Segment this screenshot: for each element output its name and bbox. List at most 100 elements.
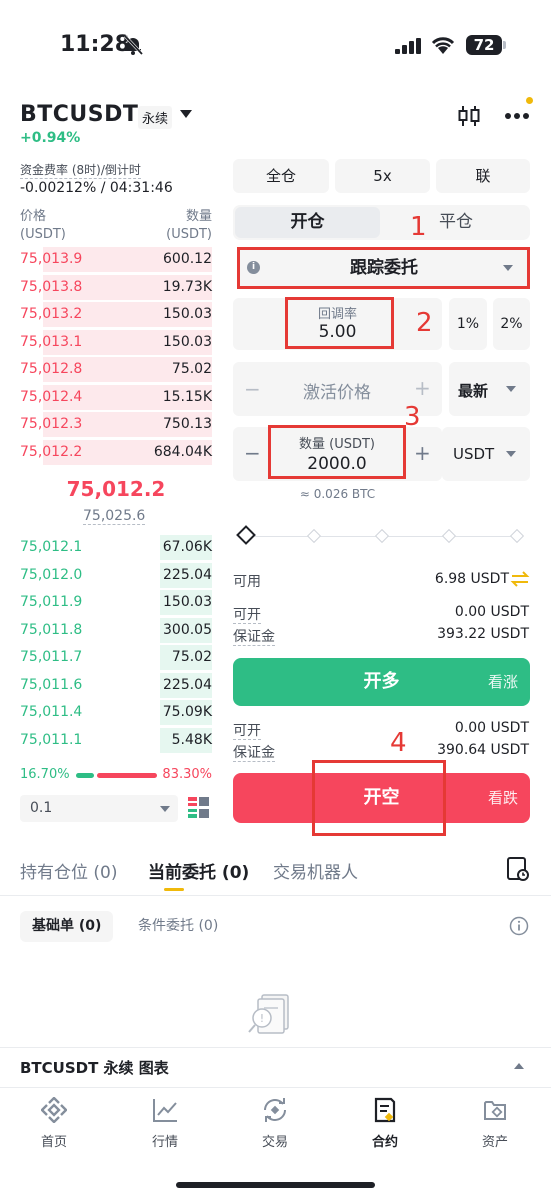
asset-mode-button[interactable]: 联 (436, 159, 530, 193)
row-price: 75,013.2 (20, 306, 83, 322)
precision-select[interactable]: 0.1 (20, 795, 178, 822)
long-margin-value: 393.22 USDT (437, 626, 529, 642)
nav-markets[interactable]: 行情 (120, 1097, 210, 1150)
row-quantity: 300.05 (163, 621, 212, 638)
caret-up-icon[interactable] (514, 1063, 524, 1069)
battery-icon: 72 (466, 35, 502, 55)
bid-row[interactable]: 75,012.1 67.06K (20, 534, 212, 561)
market-chart-icon (153, 1099, 177, 1122)
nav-home[interactable]: 首页 (9, 1097, 99, 1150)
contract-type-badge: 永续 (138, 106, 173, 129)
symbol-title[interactable]: BTCUSDT (20, 102, 138, 127)
long-can-open-label: 可开 (233, 607, 261, 624)
caret-down-icon[interactable] (180, 110, 192, 118)
funding-rate-label[interactable]: 资金费率 (8时)/倒计时 (20, 161, 141, 179)
row-price: 75,012.2 (20, 443, 83, 460)
tab-open-orders[interactable]: 当前委托 (0) (148, 858, 249, 883)
row-price: 75,012.1 (20, 539, 83, 555)
slider-handle[interactable] (236, 525, 256, 545)
svg-text:!: ! (260, 1012, 264, 1025)
caret-down-icon[interactable] (160, 806, 170, 812)
nav-home-label: 首页 (40, 1135, 67, 1150)
tab-trading-bots[interactable]: 交易机器人 (273, 858, 358, 883)
nav-markets-label: 行情 (151, 1135, 178, 1150)
annotation-box-1 (237, 247, 530, 289)
bid-row[interactable]: 75,011.9 150.03 (20, 589, 212, 616)
short-margin-value: 390.64 USDT (437, 742, 529, 758)
ask-row[interactable]: 75,012.8 75.02 (20, 356, 212, 383)
mark-price[interactable]: 75,025.6 (83, 508, 146, 525)
info-icon[interactable] (509, 916, 529, 936)
increase-button[interactable]: + (414, 376, 431, 400)
row-price: 75,012.8 (20, 361, 83, 377)
available-label: 可用 (233, 574, 261, 590)
tab-close[interactable]: 平仓 (384, 207, 528, 238)
wifi-icon (431, 37, 455, 54)
ask-row[interactable]: 75,013.2 150.03 (20, 301, 212, 328)
row-quantity: 75.02 (171, 361, 212, 377)
annotation-number-2: 2 (416, 308, 433, 338)
home-indicator (176, 1182, 375, 1188)
active-tab-indicator (164, 888, 184, 891)
nav-futures-label: 合约 (371, 1135, 398, 1150)
buy-ratio: 16.70% (20, 767, 70, 782)
slider-step-50[interactable] (374, 528, 390, 544)
ask-row[interactable]: 75,012.3 750.13 (20, 411, 212, 438)
slider-step-25[interactable] (306, 528, 322, 544)
nav-trade[interactable]: 交易 (230, 1097, 320, 1150)
price-column-header: 价格 (USDT) (20, 209, 66, 242)
callback-2pct-button[interactable]: 2% (493, 298, 530, 350)
short-can-open-label: 可开 (233, 723, 261, 740)
row-price: 75,013.8 (20, 278, 83, 295)
last-price: 75,012.2 (66, 477, 166, 501)
row-quantity: 150.03 (163, 333, 212, 350)
short-margin-label: 保证金 (233, 745, 275, 762)
row-price: 75,012.0 (20, 566, 83, 583)
ask-row[interactable]: 75,013.8 19.73K (20, 274, 212, 301)
bid-row[interactable]: 75,012.0 225.04 (20, 562, 212, 589)
more-icon[interactable] (504, 112, 530, 120)
order-history-icon[interactable] (506, 856, 530, 882)
slider-step-75[interactable] (441, 528, 457, 544)
ask-row[interactable]: 75,013.9 600.12 (20, 246, 212, 273)
nav-trade-label: 交易 (261, 1135, 288, 1150)
transfer-icon[interactable] (510, 569, 530, 589)
nav-assets[interactable]: 资产 (450, 1097, 540, 1150)
ask-row[interactable]: 75,012.2 684.04K (20, 439, 212, 466)
ask-row[interactable]: 75,013.1 150.03 (20, 329, 212, 356)
caret-down-icon (506, 451, 516, 457)
activation-price-input[interactable]: 激活价格 (265, 378, 409, 403)
bid-row[interactable]: 75,011.6 225.04 (20, 672, 212, 699)
decrease-button[interactable]: − (244, 377, 261, 401)
bid-row[interactable]: 75,011.1 5.48K (20, 727, 212, 754)
sell-ratio: 83.30% (162, 767, 212, 782)
increase-button[interactable]: + (414, 441, 431, 465)
tab-basic-orders[interactable]: 基础单 (0) (20, 911, 114, 942)
row-quantity: 5.48K (171, 731, 212, 748)
short-can-open-value: 0.00 USDT (454, 720, 529, 736)
slider-step-100[interactable] (509, 528, 525, 544)
tab-conditional-orders[interactable]: 条件委托 (0) (138, 911, 218, 942)
margin-mode-button[interactable]: 全仓 (233, 159, 329, 193)
decrease-button[interactable]: − (244, 441, 261, 465)
row-quantity: 150.03 (163, 594, 212, 610)
bid-row[interactable]: 75,011.7 75.02 (20, 644, 212, 671)
candlestick-icon[interactable] (457, 104, 481, 128)
open-long-button[interactable]: 开多 看涨 (233, 658, 530, 706)
orderbook-layout-icon[interactable] (188, 797, 209, 818)
ask-row[interactable]: 75,012.4 15.15K (20, 384, 212, 411)
bid-row[interactable]: 75,011.8 300.05 (20, 617, 212, 644)
row-quantity: 600.12 (163, 251, 212, 267)
nav-futures[interactable]: 合约 (340, 1097, 430, 1150)
leverage-button[interactable]: 5x (335, 159, 430, 193)
price-source-label: 最新 (458, 382, 489, 400)
funding-rate-value: -0.00212% / 04:31:46 (20, 180, 173, 196)
tab-positions[interactable]: 持有仓位 (0) (20, 858, 117, 883)
callback-1pct-button[interactable]: 1% (449, 298, 487, 350)
annotation-box-3 (268, 425, 406, 479)
bid-row[interactable]: 75,011.4 75.09K (20, 699, 212, 726)
notification-dot (526, 97, 533, 104)
row-price: 75,011.6 (20, 676, 83, 693)
tab-open[interactable]: 开仓 (235, 207, 380, 238)
row-quantity: 15.15K (162, 388, 212, 405)
